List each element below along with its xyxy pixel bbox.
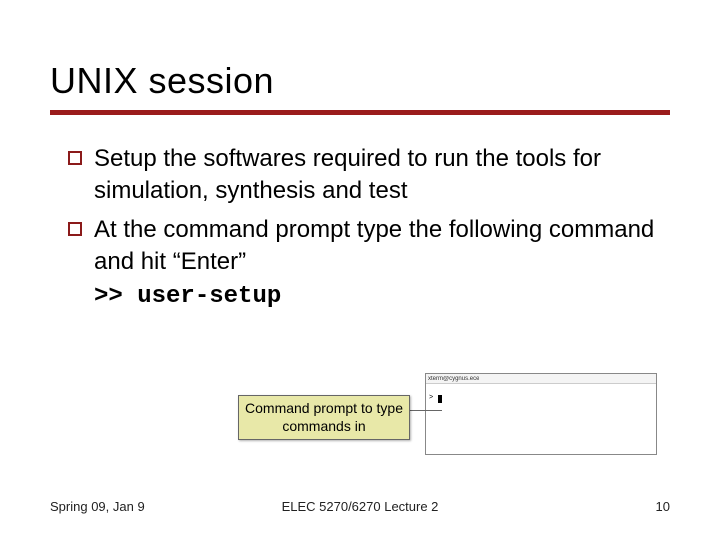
slide: UNIX session Setup the softwares require… [0, 0, 720, 540]
title-underline [50, 110, 670, 115]
callout-label: Command prompt to type commands in [238, 395, 410, 440]
bullet-item: At the command prompt type the following… [68, 214, 670, 313]
terminal-body: > [426, 384, 656, 406]
command-prefix: >> [94, 283, 137, 310]
bullet-list: Setup the softwares required to run the … [50, 143, 670, 313]
square-bullet-icon [68, 151, 82, 165]
footer-page-number: 10 [656, 499, 670, 514]
footer-left: Spring 09, Jan 9 [50, 499, 145, 514]
callout-connector [410, 410, 442, 411]
terminal-title-text: xterm@cygnus.ece [428, 376, 479, 382]
terminal-prompt: > [429, 394, 433, 402]
bullet-text: At the command prompt type the following… [94, 214, 670, 313]
terminal-cursor-icon [438, 395, 442, 403]
square-bullet-icon [68, 222, 82, 236]
terminal-window: xterm@cygnus.ece > [425, 373, 657, 455]
bullet-text-line: At the command prompt type the following… [94, 216, 654, 275]
slide-footer: Spring 09, Jan 9 ELEC 5270/6270 Lecture … [50, 499, 670, 514]
command-text: user-setup [137, 283, 281, 310]
terminal-titlebar: xterm@cygnus.ece [426, 374, 656, 384]
bullet-text: Setup the softwares required to run the … [94, 143, 670, 208]
bullet-item: Setup the softwares required to run the … [68, 143, 670, 208]
slide-title: UNIX session [50, 60, 670, 102]
